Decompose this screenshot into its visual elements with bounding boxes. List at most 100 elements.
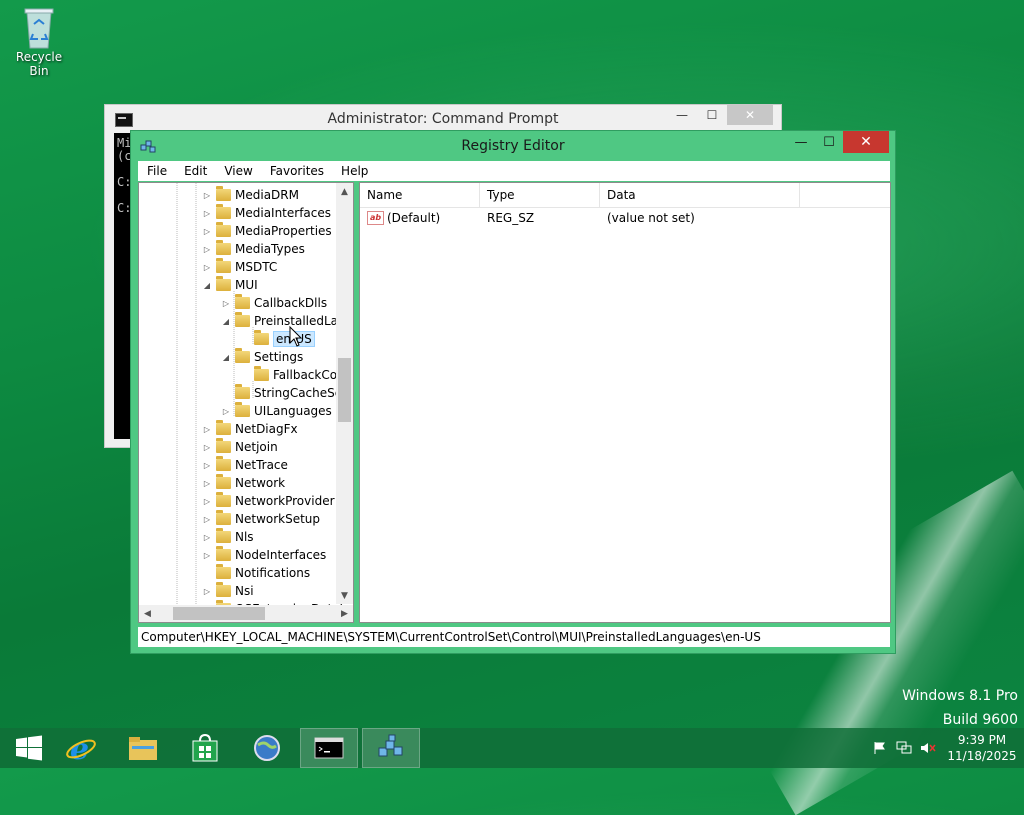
- recycle-bin-icon: [24, 6, 54, 49]
- menu-bar: File Edit View Favorites Help: [138, 161, 890, 181]
- taskbar-globe-app[interactable]: [238, 728, 296, 768]
- regedit-minimize-button[interactable]: —: [787, 131, 815, 153]
- tree-node[interactable]: ▷ Network: [201, 474, 285, 492]
- expand-arrow-icon[interactable]: ▷: [201, 245, 213, 254]
- watermark-edition: Windows 8.1 Pro: [902, 688, 1018, 704]
- taskbar-store[interactable]: [176, 728, 234, 768]
- taskbar-registry-editor[interactable]: [362, 728, 420, 768]
- values-pane[interactable]: Name Type Data ab (Default) REG_SZ (value…: [359, 182, 891, 623]
- expand-arrow-icon[interactable]: ▷: [201, 479, 213, 488]
- tree-node[interactable]: en-US: [239, 330, 315, 348]
- menu-edit[interactable]: Edit: [175, 164, 215, 178]
- tree-node[interactable]: StringCacheSe: [220, 384, 342, 402]
- tree-node[interactable]: ▷ NodeInterfaces: [201, 546, 326, 564]
- start-button[interactable]: [0, 728, 58, 768]
- expand-arrow-icon[interactable]: ▷: [201, 263, 213, 272]
- tree-horizontal-scrollbar[interactable]: ◀ ▶: [139, 605, 353, 622]
- taskbar-file-explorer[interactable]: [114, 728, 172, 768]
- tree-node[interactable]: ▷ NetDiagFx: [201, 420, 298, 438]
- tree-node[interactable]: ▷ MediaProperties: [201, 222, 332, 240]
- expand-arrow-icon[interactable]: ▷: [201, 551, 213, 560]
- tree-node[interactable]: FallbackCo: [239, 366, 337, 384]
- value-name: (Default): [387, 210, 441, 225]
- status-bar-path: Computer\HKEY_LOCAL_MACHINE\SYSTEM\Curre…: [138, 627, 890, 647]
- menu-view[interactable]: View: [215, 164, 260, 178]
- cmd-title-bar[interactable]: Administrator: Command Prompt — ☐ ✕: [105, 105, 781, 133]
- folder-icon: [235, 384, 250, 399]
- store-icon: [192, 733, 218, 762]
- value-row[interactable]: ab (Default) REG_SZ (value not set): [360, 208, 890, 228]
- tree-node[interactable]: ▷ MSDTC: [201, 258, 277, 276]
- tree-node[interactable]: ▷ MediaInterfaces: [201, 204, 331, 222]
- regedit-close-button[interactable]: ✕: [843, 131, 889, 153]
- network-icon[interactable]: [892, 741, 916, 755]
- tree-node[interactable]: Notifications: [201, 564, 310, 582]
- tree-vscroll-thumb[interactable]: [338, 358, 351, 422]
- expand-arrow-icon[interactable]: ▷: [201, 209, 213, 218]
- menu-help[interactable]: Help: [332, 164, 376, 178]
- tree-node[interactable]: ▷ Nls: [201, 528, 254, 546]
- tree-node[interactable]: ▷ MediaTypes: [201, 240, 305, 258]
- expand-arrow-icon[interactable]: ▷: [201, 515, 213, 524]
- recycle-bin[interactable]: Recycle Bin: [6, 6, 72, 78]
- expand-arrow-icon[interactable]: ▷: [220, 407, 232, 416]
- regedit-title-bar[interactable]: Registry Editor — ☐ ✕: [131, 131, 895, 161]
- expand-arrow-icon[interactable]: ▷: [220, 299, 232, 308]
- tree-node[interactable]: ▷ NetTrace: [201, 456, 288, 474]
- volume-muted-icon[interactable]: [916, 741, 940, 755]
- tree-node[interactable]: ▷ NetworkProvider: [201, 492, 335, 510]
- scroll-left-arrow-icon[interactable]: ◀: [139, 605, 156, 622]
- system-clock[interactable]: 9:39 PM 11/18/2025: [940, 732, 1024, 764]
- collapse-arrow-icon[interactable]: ◢: [220, 317, 232, 326]
- cmd-close-button[interactable]: ✕: [727, 105, 773, 125]
- folder-icon: [216, 222, 231, 237]
- cmd-maximize-button[interactable]: ☐: [697, 105, 727, 125]
- tree-node[interactable]: ▷ NetworkSetup: [201, 510, 320, 528]
- menu-favorites[interactable]: Favorites: [261, 164, 332, 178]
- expand-arrow-icon[interactable]: ▷: [201, 443, 213, 452]
- tree-node[interactable]: ▷ UILanguages: [220, 402, 332, 420]
- tree-node[interactable]: ▷ CallbackDlls: [220, 294, 327, 312]
- scroll-up-arrow-icon[interactable]: ▲: [336, 183, 353, 200]
- folder-icon: [216, 240, 231, 255]
- key-tree-pane[interactable]: ▷ MediaDRM ▷ MediaInterfaces ▷ MediaPropertie…: [138, 182, 354, 623]
- tree-node[interactable]: ▷ Netjoin: [201, 438, 278, 456]
- tree-node-label: StringCacheSe: [254, 386, 343, 400]
- tree-node-label: UILanguages: [254, 404, 332, 418]
- expand-arrow-icon[interactable]: ▷: [201, 497, 213, 506]
- regedit-maximize-button[interactable]: ☐: [815, 131, 843, 153]
- registry-editor-window[interactable]: Registry Editor — ☐ ✕ File Edit View Fav…: [130, 130, 896, 654]
- tree-node-label: CallbackDlls: [254, 296, 328, 310]
- menu-file[interactable]: File: [138, 164, 175, 178]
- column-data-header[interactable]: Data: [600, 183, 800, 207]
- tree-node[interactable]: ◢ PreinstalledLa: [220, 312, 338, 330]
- taskbar-internet-explorer[interactable]: e: [52, 728, 110, 768]
- collapse-arrow-icon[interactable]: ◢: [220, 353, 232, 362]
- tree-node[interactable]: ▷ MediaDRM: [201, 186, 299, 204]
- expand-arrow-icon[interactable]: ▷: [201, 533, 213, 542]
- collapse-arrow-icon[interactable]: ◢: [201, 281, 213, 290]
- expand-arrow-icon[interactable]: ▷: [201, 227, 213, 236]
- folder-icon: [216, 528, 231, 543]
- column-type-header[interactable]: Type: [480, 183, 600, 207]
- tree-node[interactable]: ◢ MUI: [201, 276, 258, 294]
- expand-arrow-icon[interactable]: ▷: [201, 191, 213, 200]
- folder-icon: [216, 492, 231, 507]
- tree-hscroll-thumb[interactable]: [173, 607, 265, 620]
- scroll-right-arrow-icon[interactable]: ▶: [336, 605, 353, 622]
- tree-node[interactable]: ▷ Nsi: [201, 582, 254, 600]
- expand-arrow-icon[interactable]: ▷: [201, 425, 213, 434]
- tree-node-label: MediaProperties: [235, 224, 332, 238]
- scroll-down-arrow-icon[interactable]: ▼: [336, 587, 353, 604]
- expand-arrow-icon[interactable]: ▷: [201, 461, 213, 470]
- values-header: Name Type Data: [360, 183, 890, 208]
- expand-arrow-icon[interactable]: ▷: [201, 587, 213, 596]
- tree-node-label: Nsi: [235, 584, 254, 598]
- mouse-cursor-icon: [289, 326, 303, 347]
- tree-node[interactable]: ◢ Settings: [220, 348, 303, 366]
- tree-vertical-scrollbar[interactable]: ▲ ▼: [336, 183, 353, 604]
- action-center-flag-icon[interactable]: [868, 741, 892, 755]
- column-name-header[interactable]: Name: [360, 183, 480, 207]
- cmd-minimize-button[interactable]: —: [667, 105, 697, 125]
- taskbar-command-prompt[interactable]: [300, 728, 358, 768]
